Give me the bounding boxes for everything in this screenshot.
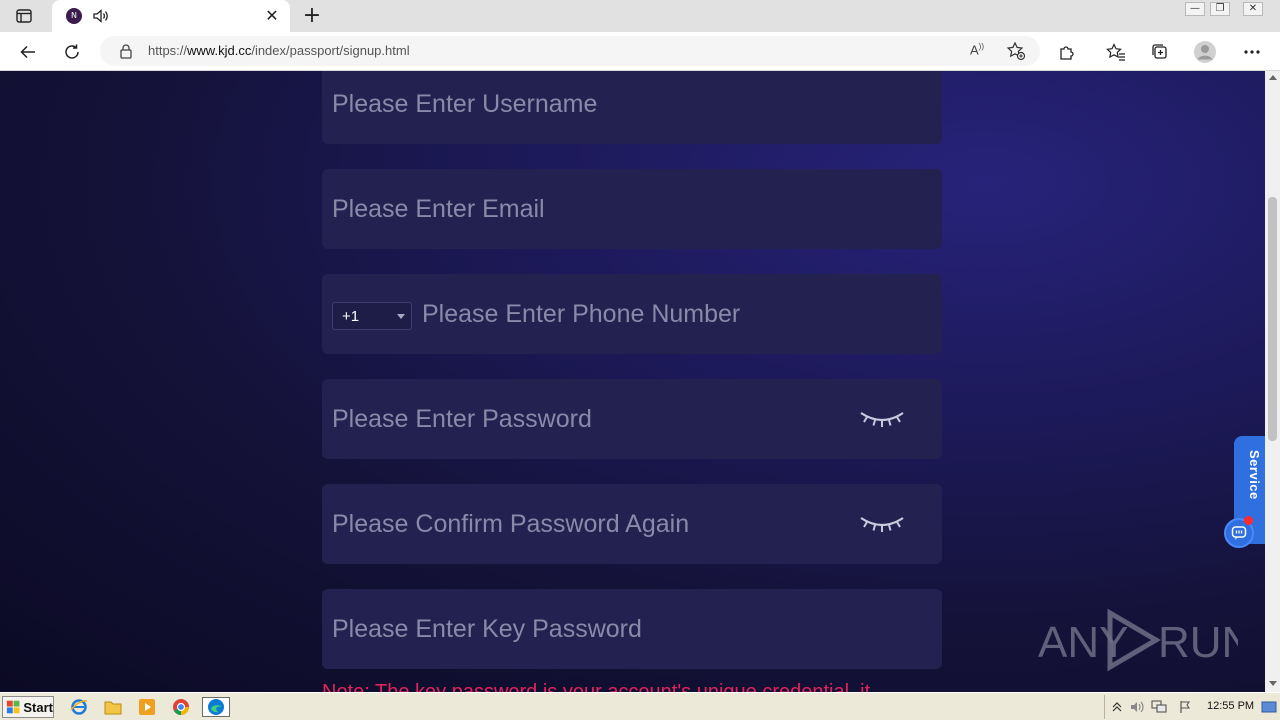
scroll-up-icon[interactable]	[1269, 75, 1277, 80]
email-field[interactable]: Please Enter Email	[322, 169, 942, 249]
refresh-icon[interactable]	[60, 40, 84, 64]
new-tab-button[interactable]: +	[302, 5, 322, 27]
watermark-text-right: RUN	[1158, 618, 1238, 667]
username-placeholder: Please Enter Username	[332, 90, 598, 118]
collections-icon[interactable]	[1148, 40, 1172, 64]
start-button[interactable]: Start	[2, 696, 54, 718]
site-favicon-icon: N	[66, 8, 82, 24]
add-favorite-icon[interactable]	[1006, 41, 1026, 61]
media-player-icon[interactable]	[136, 697, 158, 717]
favorites-icon[interactable]	[1104, 40, 1128, 64]
confirm-password-field[interactable]: Please Confirm Password Again	[322, 484, 942, 564]
show-hidden-icons[interactable]	[1109, 699, 1125, 715]
close-window-button[interactable]: ✕	[1243, 2, 1263, 16]
browser-tab-bar: N ✕ + — ❐ ✕	[0, 0, 1280, 32]
scroll-down-icon[interactable]	[1269, 681, 1277, 686]
key-password-placeholder: Please Enter Key Password	[332, 615, 642, 643]
password-placeholder: Please Enter Password	[332, 405, 592, 433]
taskbar-clock[interactable]: 12:55 PM	[1207, 700, 1254, 712]
chrome-icon[interactable]	[170, 697, 192, 717]
ie-icon[interactable]	[68, 697, 90, 717]
lock-icon[interactable]	[118, 43, 134, 59]
phone-number-input[interactable]: Please Enter Phone Number	[422, 274, 740, 354]
start-label: Start	[23, 699, 53, 715]
phone-field: +1 Please Enter Phone Number	[322, 274, 942, 354]
read-aloud-icon[interactable]: A))	[970, 42, 990, 60]
password-field[interactable]: Please Enter Password	[322, 379, 942, 459]
tab-audio-icon[interactable]	[92, 7, 110, 25]
minimize-button[interactable]: —	[1185, 2, 1205, 16]
profile-icon[interactable]	[1193, 40, 1217, 64]
confirm-password-placeholder: Please Confirm Password Again	[332, 510, 690, 538]
windows-logo-icon	[6, 700, 20, 714]
extensions-icon[interactable]	[1055, 40, 1079, 64]
show-desktop-icon[interactable]	[1261, 699, 1277, 715]
more-icon[interactable]	[1240, 40, 1264, 64]
username-field[interactable]: Please Enter Username	[322, 71, 942, 144]
windows-taskbar: Start 12:55 PM	[0, 692, 1280, 720]
key-password-note: Note: The key password is your account's…	[322, 681, 871, 692]
country-code-value: +1	[342, 308, 360, 325]
browser-tab-active[interactable]: N ✕	[52, 0, 290, 32]
back-icon[interactable]	[16, 40, 40, 64]
signup-page: Please Enter Username Please Enter Email…	[0, 71, 1265, 692]
explorer-icon[interactable]	[102, 697, 124, 717]
tab-close-icon[interactable]: ✕	[264, 8, 280, 24]
volume-icon[interactable]	[1129, 699, 1145, 715]
network-icon[interactable]	[1151, 699, 1167, 715]
edge-icon[interactable]	[202, 697, 230, 717]
chevron-down-icon	[397, 314, 405, 319]
system-tray: 12:55 PM	[1104, 695, 1280, 719]
action-center-flag-icon[interactable]	[1177, 699, 1193, 715]
browser-toolbar: https://www.kjd.cc/index/passport/signup…	[0, 32, 1280, 71]
watermark-text-left: ANY	[1038, 618, 1128, 667]
scrollbar-thumb[interactable]	[1268, 197, 1277, 441]
url-text: https://www.kjd.cc/index/passport/signup…	[148, 43, 410, 58]
email-placeholder: Please Enter Email	[332, 195, 545, 223]
eye-closed-icon[interactable]	[858, 409, 906, 429]
anyrun-watermark: ANY RUN	[1038, 608, 1253, 672]
key-password-field[interactable]: Please Enter Key Password	[322, 589, 942, 669]
tab-actions-icon[interactable]	[10, 6, 38, 26]
restore-button[interactable]: ❐	[1210, 2, 1230, 16]
service-label: Service	[1247, 450, 1262, 500]
address-bar[interactable]: https://www.kjd.cc/index/passport/signup…	[100, 36, 1040, 66]
eye-closed-icon[interactable]	[858, 514, 906, 534]
customer-service-widget[interactable]: Service	[1224, 436, 1265, 548]
notification-dot	[1244, 516, 1253, 525]
country-code-select[interactable]: +1	[332, 302, 412, 330]
page-scrollbar[interactable]	[1265, 71, 1280, 692]
